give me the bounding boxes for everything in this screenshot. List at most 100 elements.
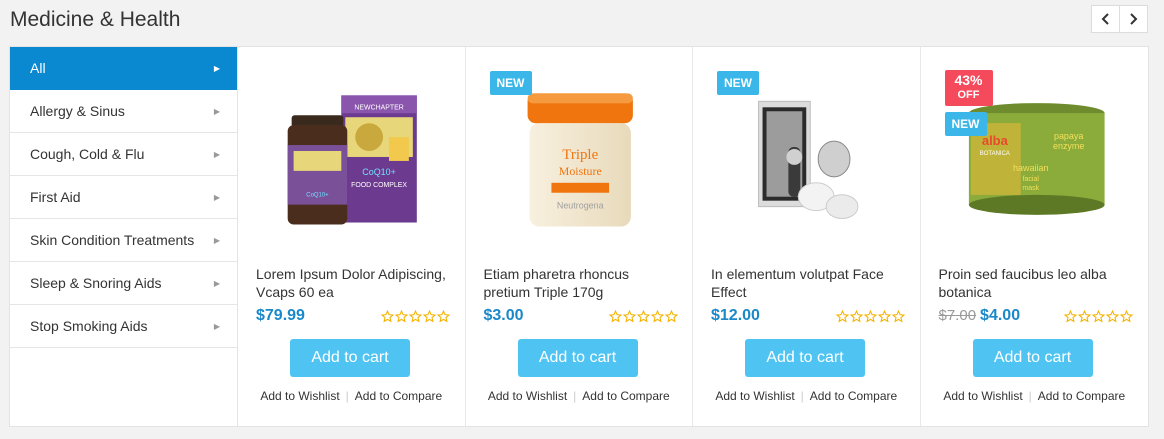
caret-right-icon: ▶ <box>213 321 220 331</box>
svg-text:facial: facial <box>1022 176 1039 183</box>
price-row: $12.00 <box>711 307 905 325</box>
star-outline-icon <box>650 309 664 322</box>
product-price: $4.00 <box>980 307 1021 324</box>
price-row: $79.99 <box>256 307 450 325</box>
caret-right-icon: ▶ <box>213 192 220 202</box>
star-outline-icon <box>1105 309 1119 322</box>
caret-right-icon: ▶ <box>213 149 220 159</box>
category-item-all[interactable]: All ▶ <box>10 47 238 90</box>
category-sidebar: All ▶ Allergy & Sinus ▶ Cough, Cold & Flu ▶… <box>9 46 238 427</box>
divider: | <box>1028 389 1032 403</box>
add-to-cart-button[interactable]: Add to cart <box>517 339 638 377</box>
old-price: $7.00 <box>938 307 977 324</box>
star-outline-icon <box>1077 309 1091 322</box>
svg-text:FOOD COMPLEX: FOOD COMPLEX <box>351 182 407 189</box>
svg-text:papaya: papaya <box>1053 131 1082 141</box>
svg-text:enzyme: enzyme <box>1052 141 1083 151</box>
product-name[interactable]: In elementum volutpat Face Effect <box>711 265 907 301</box>
product-name[interactable]: Etiam pharetra rhoncus pretium Triple 17… <box>484 265 680 301</box>
product-name[interactable]: Proin sed faucibus leo alba botanica <box>939 265 1135 301</box>
secondary-actions: Add to Wishlist | Add to Compare <box>238 389 465 403</box>
new-badge: NEW <box>489 71 532 95</box>
star-outline-icon <box>381 309 394 322</box>
category-label: Cough, Cold & Flu <box>30 146 145 162</box>
product-price: $12.00 <box>711 307 760 324</box>
star-outline-icon <box>437 309 450 322</box>
svg-text:Moisture: Moisture <box>558 164 601 178</box>
star-outline-icon <box>395 309 408 322</box>
category-item-skin-condition[interactable]: Skin Condition Treatments ▶ <box>10 219 238 262</box>
star-rating <box>1063 309 1133 323</box>
add-to-cart-button[interactable]: Add to cart <box>972 339 1093 377</box>
secondary-actions: Add to Wishlist | Add to Compare <box>693 389 920 403</box>
star-outline-icon <box>1119 309 1133 322</box>
product-card: Triple Moisture Neutrogena NEW Etiam pha… <box>466 47 693 426</box>
caret-right-icon: ▶ <box>213 63 220 73</box>
divider: | <box>345 389 349 403</box>
prev-button[interactable] <box>1091 5 1120 33</box>
svg-text:CoQ10+: CoQ10+ <box>362 167 396 177</box>
add-to-wishlist-link[interactable]: Add to Wishlist <box>488 389 567 403</box>
star-outline-icon <box>892 309 905 322</box>
bottle-and-box-icon[interactable]: NEWCHAPTER CoQ10+ FOOD COMPLEX CoQ10+ <box>238 47 465 257</box>
category-item-sleep-snoring[interactable]: Sleep & Snoring Aids ▶ <box>10 262 238 305</box>
svg-text:Neutrogena: Neutrogena <box>556 201 603 211</box>
category-item-stop-smoking[interactable]: Stop Smoking Aids ▶ <box>10 305 238 348</box>
product-price: $3.00 <box>483 307 524 324</box>
category-label: Stop Smoking Aids <box>30 318 148 334</box>
add-to-compare-link[interactable]: Add to Compare <box>355 389 442 403</box>
product-price: $79.99 <box>256 307 305 324</box>
add-to-wishlist-link[interactable]: Add to Wishlist <box>260 389 339 403</box>
add-to-compare-link[interactable]: Add to Compare <box>810 389 897 403</box>
add-to-wishlist-link[interactable]: Add to Wishlist <box>715 389 794 403</box>
star-outline-icon <box>878 309 891 322</box>
product-name[interactable]: Lorem Ipsum Dolor Adipiscing, Vcaps 60 e… <box>256 265 452 301</box>
category-label: Skin Condition Treatments <box>30 232 195 248</box>
new-badge: NEW <box>717 71 759 95</box>
svg-text:hawaiian: hawaiian <box>1013 163 1048 173</box>
add-to-wishlist-link[interactable]: Add to Wishlist <box>943 389 1022 403</box>
product-carousel: NEWCHAPTER CoQ10+ FOOD COMPLEX CoQ10+ Lo… <box>237 46 1149 427</box>
star-outline-icon <box>636 309 650 322</box>
add-to-compare-link[interactable]: Add to Compare <box>582 389 669 403</box>
category-item-cough-cold-flu[interactable]: Cough, Cold & Flu ▶ <box>10 133 238 176</box>
star-outline-icon <box>864 309 877 322</box>
star-outline-icon <box>608 309 622 322</box>
product-card: alba BOTANICA papaya enzyme hawaiian fac… <box>921 47 1149 426</box>
caret-right-icon: ▶ <box>213 278 220 288</box>
new-badge: NEW <box>944 112 987 136</box>
star-outline-icon <box>664 309 678 322</box>
star-outline-icon <box>409 309 422 322</box>
price-row: $7.00 $4.00 <box>939 307 1133 325</box>
star-outline-icon <box>1063 309 1077 322</box>
next-button[interactable] <box>1119 5 1148 33</box>
section-title: Medicine & Health <box>10 8 181 31</box>
star-outline-icon <box>1091 309 1105 322</box>
caret-right-icon: ▶ <box>213 235 220 245</box>
svg-text:NEWCHAPTER: NEWCHAPTER <box>354 104 403 111</box>
category-label: First Aid <box>30 189 81 205</box>
caret-right-icon: ▶ <box>213 106 220 116</box>
chevron-left-icon <box>1101 13 1109 25</box>
carousel-nav <box>1091 5 1148 33</box>
svg-text:Triple: Triple <box>562 147 598 163</box>
star-outline-icon <box>423 309 436 322</box>
product-card: NEW In elementum volutpat Face Effect $1… <box>693 47 921 426</box>
divider: | <box>573 389 577 403</box>
star-outline-icon <box>622 309 636 322</box>
price-row: $3.00 <box>484 307 678 325</box>
category-label: Sleep & Snoring Aids <box>30 275 162 291</box>
category-label: Allergy & Sinus <box>30 103 125 119</box>
category-label: All <box>30 60 46 76</box>
star-rating <box>608 309 678 323</box>
add-to-compare-link[interactable]: Add to Compare <box>1038 389 1125 403</box>
product-card: NEWCHAPTER CoQ10+ FOOD COMPLEX CoQ10+ Lo… <box>238 47 466 426</box>
divider: | <box>800 389 804 403</box>
add-to-cart-button[interactable]: Add to cart <box>745 339 865 377</box>
star-outline-icon <box>836 309 849 322</box>
secondary-actions: Add to Wishlist | Add to Compare <box>921 389 1149 403</box>
category-item-allergy-sinus[interactable]: Allergy & Sinus ▶ <box>10 90 238 133</box>
add-to-cart-button[interactable]: Add to cart <box>290 339 410 377</box>
category-item-first-aid[interactable]: First Aid ▶ <box>10 176 238 219</box>
discount-badge: 43% OFF <box>944 70 993 106</box>
